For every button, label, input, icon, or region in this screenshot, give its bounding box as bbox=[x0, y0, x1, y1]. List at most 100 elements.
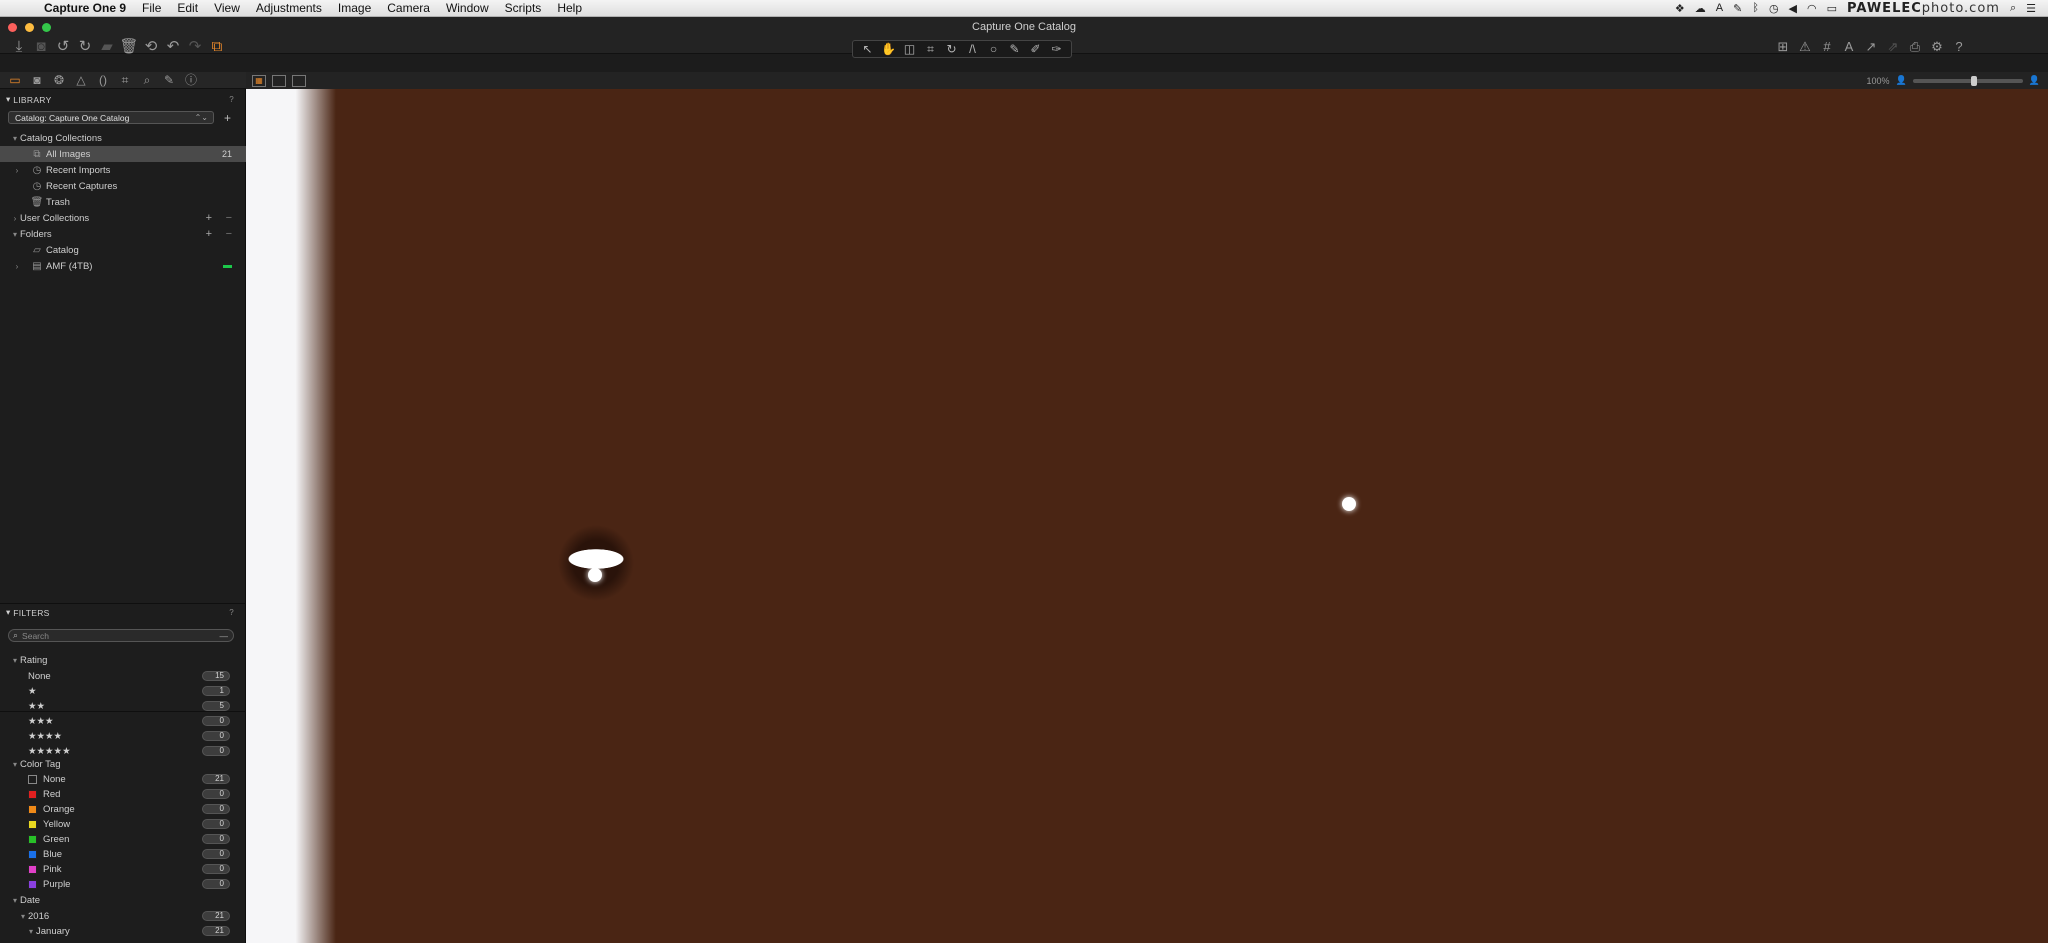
spot-removal-tool-icon[interactable]: ○ bbox=[983, 40, 1004, 58]
remove-user-collection-icon[interactable]: − bbox=[226, 212, 232, 224]
rating-none[interactable]: None 15 bbox=[0, 668, 246, 684]
undo-icon[interactable]: ↶ bbox=[162, 38, 184, 56]
cloud-icon[interactable]: ☁ bbox=[1695, 2, 1706, 15]
print-icon[interactable]: ⎙ bbox=[1904, 38, 1926, 56]
grid-icon[interactable]: # bbox=[1816, 38, 1838, 56]
add-catalog-icon[interactable]: + bbox=[224, 111, 231, 125]
rotate-right-icon[interactable]: ↻ bbox=[74, 38, 96, 56]
notification-list-icon[interactable]: ☰ bbox=[2026, 2, 2036, 15]
capture-tab-icon[interactable]: ◙ bbox=[26, 73, 48, 88]
date-january[interactable]: ▾ January 21 bbox=[0, 923, 246, 939]
menu-view[interactable]: View bbox=[206, 0, 248, 17]
battery-icon[interactable]: ▭ bbox=[1827, 2, 1837, 15]
pen-icon[interactable]: ✎ bbox=[1733, 2, 1742, 15]
volume-icon[interactable]: ◀ bbox=[1789, 2, 1797, 15]
add-folder-icon[interactable]: + bbox=[206, 228, 212, 240]
rating-1-star[interactable]: ★ 1 bbox=[0, 683, 246, 699]
grid-layout-icon[interactable]: ⊞ bbox=[1772, 38, 1794, 56]
wifi-icon[interactable]: ◠ bbox=[1807, 2, 1817, 15]
color-tag-none[interactable]: None 21 bbox=[0, 771, 246, 787]
menu-app-name[interactable]: Capture One 9 bbox=[44, 0, 134, 17]
copy-adjustments-icon[interactable]: ⇗ bbox=[1882, 38, 1904, 56]
pan-tool-icon[interactable]: ✋ bbox=[878, 40, 899, 58]
color-tag-green[interactable]: Green 0 bbox=[0, 831, 246, 847]
color-tag-header[interactable]: ▾ Color Tag bbox=[0, 756, 246, 772]
multi-view-icon[interactable] bbox=[292, 74, 306, 87]
camera-icon[interactable]: ◙ bbox=[30, 38, 52, 56]
gear-icon[interactable]: ⚙ bbox=[1926, 38, 1948, 56]
folders-header[interactable]: ▾ Folders + − bbox=[0, 226, 246, 242]
collection-recent-captures[interactable]: ◷ Recent Captures bbox=[0, 178, 246, 194]
color-tab-icon[interactable]: ❂ bbox=[48, 73, 70, 88]
color-tag-yellow[interactable]: Yellow 0 bbox=[0, 816, 246, 832]
annotate-tool-icon[interactable]: ✑ bbox=[1046, 40, 1067, 58]
details-tab-icon[interactable]: ⌕ bbox=[136, 73, 158, 88]
rotate-tool-icon[interactable]: ↻ bbox=[941, 40, 962, 58]
color-tag-blue[interactable]: Blue 0 bbox=[0, 846, 246, 862]
rotate-left-icon[interactable]: ↺ bbox=[52, 38, 74, 56]
collection-all-images[interactable]: ⧉ All Images 21 bbox=[0, 146, 246, 162]
date-header[interactable]: ▾ Date bbox=[0, 892, 246, 908]
collection-trash[interactable]: 🗑 Trash bbox=[0, 194, 246, 210]
library-tab-icon[interactable]: ▭ bbox=[4, 73, 26, 88]
reset-icon[interactable]: ⟲ bbox=[140, 38, 162, 56]
catalog-select[interactable]: Catalog: Capture One Catalog ⌃⌄ bbox=[8, 111, 214, 124]
rating-header[interactable]: ▾ Rating bbox=[0, 652, 246, 668]
single-view-icon[interactable] bbox=[272, 74, 286, 87]
date-2016[interactable]: ▾ 2016 21 bbox=[0, 908, 246, 924]
adobe-icon[interactable]: A bbox=[1716, 2, 1723, 14]
brush-tool-icon[interactable]: ✎ bbox=[1004, 40, 1025, 58]
help-icon[interactable]: ? bbox=[1948, 38, 1970, 56]
menu-camera[interactable]: Camera bbox=[379, 0, 438, 17]
rating-3-star[interactable]: ★★★ 0 bbox=[0, 713, 246, 729]
collection-recent-imports[interactable]: › ◷ Recent Imports bbox=[0, 162, 246, 178]
rating-2-star[interactable]: ★★ 5 bbox=[0, 698, 246, 714]
catalog-collections-header[interactable]: ▾ Catalog Collections bbox=[0, 130, 246, 146]
crop-tool-icon[interactable]: ⌗ bbox=[920, 40, 941, 58]
composition-tab-icon[interactable]: ⌗ bbox=[114, 73, 136, 88]
time-machine-icon[interactable]: ◷ bbox=[1769, 2, 1779, 15]
folder-move-icon[interactable]: ▰ bbox=[96, 38, 118, 56]
add-user-collection-icon[interactable]: + bbox=[206, 212, 212, 224]
zoom-slider[interactable] bbox=[1912, 75, 2023, 86]
delete-icon[interactable]: 🗑 bbox=[118, 38, 140, 56]
loupe-tool-icon[interactable]: ◫ bbox=[899, 40, 920, 58]
spotlight-search-icon[interactable]: ⌕ bbox=[2010, 2, 2016, 15]
import-icon[interactable]: ⤓ bbox=[8, 38, 30, 56]
keystone-tool-icon[interactable]: /\ bbox=[962, 40, 983, 58]
image-viewer[interactable] bbox=[246, 89, 2048, 943]
color-tag-orange[interactable]: Orange 0 bbox=[0, 801, 246, 817]
library-help-icon[interactable]: ? bbox=[229, 95, 234, 104]
menu-adjustments[interactable]: Adjustments bbox=[248, 0, 330, 17]
color-tag-purple[interactable]: Purple 0 bbox=[0, 876, 246, 892]
redo-icon[interactable]: ↷ bbox=[184, 38, 206, 56]
metadata-tab-icon[interactable]: ⓘ bbox=[180, 73, 202, 88]
color-tag-red[interactable]: Red 0 bbox=[0, 786, 246, 802]
exposure-tab-icon[interactable]: △ bbox=[70, 73, 92, 88]
browser-grid-icon[interactable]: ▦ bbox=[252, 74, 266, 87]
menu-window[interactable]: Window bbox=[438, 0, 497, 17]
local-adjustments-tab-icon[interactable]: ✎ bbox=[158, 73, 180, 88]
folder-catalog[interactable]: ▱ Catalog bbox=[0, 242, 246, 258]
dropbox-icon[interactable]: ❖ bbox=[1675, 2, 1685, 15]
proof-icon[interactable]: ↗ bbox=[1860, 38, 1882, 56]
picker-tool-icon[interactable]: ✐ bbox=[1025, 40, 1046, 58]
variants-icon[interactable]: ⧉ bbox=[206, 38, 228, 56]
exposure-warning-icon[interactable]: ⚠ bbox=[1794, 38, 1816, 56]
remove-folder-icon[interactable]: − bbox=[226, 228, 232, 240]
text-overlay-icon[interactable]: A bbox=[1838, 38, 1860, 56]
color-tag-pink[interactable]: Pink 0 bbox=[0, 861, 246, 877]
menu-image[interactable]: Image bbox=[330, 0, 379, 17]
rating-4-star[interactable]: ★★★★ 0 bbox=[0, 728, 246, 744]
menu-help[interactable]: Help bbox=[549, 0, 590, 17]
filters-help-icon[interactable]: ? bbox=[229, 608, 234, 617]
bluetooth-icon[interactable]: ᛒ bbox=[1752, 2, 1759, 14]
user-collections-header[interactable]: › User Collections + − bbox=[0, 210, 246, 226]
filter-search-input[interactable]: ⌕ Search — bbox=[8, 629, 234, 642]
menu-scripts[interactable]: Scripts bbox=[497, 0, 550, 17]
lens-tab-icon[interactable]: () bbox=[92, 73, 114, 88]
select-tool-icon[interactable]: ↖ bbox=[857, 40, 878, 58]
filters-header[interactable]: ▾ FILTERS? bbox=[0, 606, 246, 619]
menu-edit[interactable]: Edit bbox=[169, 0, 206, 17]
folder-amf-drive[interactable]: › ▤ AMF (4TB) bbox=[0, 258, 246, 274]
